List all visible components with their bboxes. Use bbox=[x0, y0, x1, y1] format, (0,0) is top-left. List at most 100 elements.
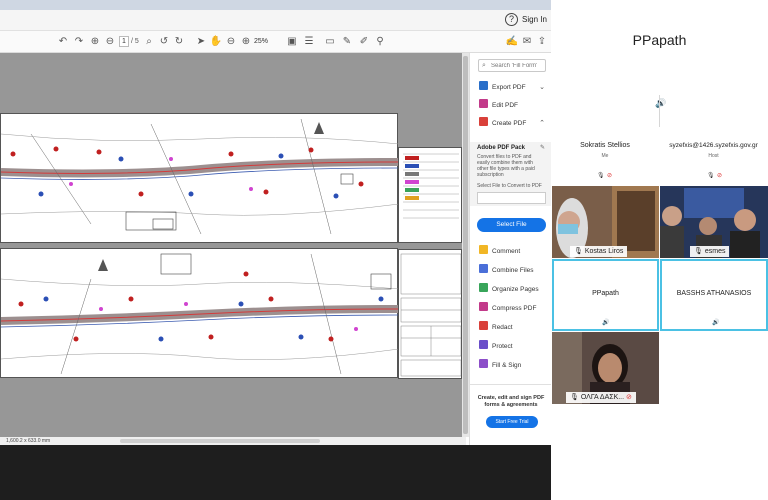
draw-icon[interactable]: ✐ bbox=[357, 35, 371, 49]
document-view[interactable] bbox=[0, 53, 462, 437]
participant-name: syzefxis@1426.syzefxis.gov.gr bbox=[669, 142, 758, 149]
horizontal-scrollbar[interactable] bbox=[120, 439, 320, 443]
page-fit-icon[interactable]: ▣ bbox=[285, 35, 299, 49]
sign-in-link[interactable]: Sign In bbox=[522, 15, 547, 24]
file-select-field[interactable] bbox=[477, 192, 546, 204]
tile-divider bbox=[659, 95, 660, 127]
title-bar bbox=[0, 0, 551, 10]
tool-protect[interactable]: Protect bbox=[479, 340, 549, 354]
protect-shield-icon bbox=[479, 340, 488, 349]
export-pdf-icon bbox=[479, 81, 488, 90]
mic-icon: 🎙 bbox=[707, 173, 715, 179]
mic-icon: 🎙 bbox=[570, 394, 581, 401]
hand-tool-icon[interactable]: ✋ bbox=[209, 35, 223, 49]
select-file-label: Select File to Convert to PDF bbox=[477, 183, 542, 189]
tool-organize-pages[interactable]: Organize Pages bbox=[479, 283, 549, 297]
speaker-active-icon: 🔊 bbox=[712, 320, 720, 326]
find-tool-input[interactable] bbox=[491, 60, 545, 71]
fill-sign-tool-icon bbox=[479, 359, 488, 368]
promo-panel: Create, edit and sign PDF forms & agreem… bbox=[470, 384, 551, 445]
undo-icon[interactable]: ↶ bbox=[56, 35, 70, 49]
redo-icon[interactable]: ↷ bbox=[72, 35, 86, 49]
zoom-level[interactable]: 25% bbox=[254, 36, 278, 47]
participant-name-tag: 🎙 ΟΛΓΑ ΔΑΣΚ... ⊘ bbox=[566, 392, 636, 403]
vertical-scrollbar[interactable] bbox=[462, 53, 469, 437]
edit-pdf-icon bbox=[479, 99, 488, 108]
tools-pane: ⌕ Export PDF ⌄ Edit PDF Create PDF ⌃ Ado… bbox=[469, 53, 551, 445]
rotate-left-icon[interactable]: ↺ bbox=[157, 35, 171, 49]
tool-fill-sign[interactable]: Fill & Sign bbox=[479, 359, 549, 373]
mic-icon: 🎙 bbox=[597, 173, 605, 179]
comment-tool-icon bbox=[479, 245, 488, 254]
organize-pages-icon bbox=[479, 283, 488, 292]
mic-muted-icon: ⊘ bbox=[607, 173, 613, 179]
select-cursor-icon[interactable]: ➤ bbox=[194, 35, 208, 49]
pdf-pack-description: Convert files to PDF and easily combine … bbox=[477, 154, 535, 178]
participant-name: PPapath bbox=[592, 290, 619, 297]
page-up-icon[interactable]: ⊕ bbox=[88, 35, 102, 49]
create-pdf-icon bbox=[479, 117, 488, 126]
participant-role: Me bbox=[601, 153, 609, 159]
tool-comment[interactable]: Comment bbox=[479, 245, 549, 259]
zoom-in-icon[interactable]: ⊕ bbox=[239, 35, 253, 49]
pdf-pack-title: Adobe PDF Pack bbox=[477, 145, 526, 151]
road-plan-drawing-lower bbox=[0, 253, 400, 375]
mail-icon[interactable]: ✉ bbox=[520, 35, 534, 49]
comment-icon[interactable]: ▭ bbox=[323, 35, 337, 49]
drawing-sheet-lower bbox=[0, 248, 400, 378]
road-plan-drawing-upper bbox=[0, 118, 400, 235]
tools-list: Comment Combine Files Organize Pages Com… bbox=[470, 243, 551, 378]
participant-tile-host[interactable]: syzefxis@1426.syzefxis.gov.gr Host 🎙 ⊘ bbox=[659, 132, 768, 184]
participant-tile-ppapath[interactable]: PPapath 🔊 bbox=[552, 259, 659, 331]
scrollbar-thumb[interactable] bbox=[463, 56, 468, 434]
combine-files-icon bbox=[479, 264, 488, 273]
scroll-mode-icon[interactable]: ☰ bbox=[302, 35, 316, 49]
compress-pdf-icon bbox=[479, 302, 488, 311]
meeting-title: PPapath bbox=[632, 32, 687, 48]
participant-video-esmes[interactable]: 🎙 esmes bbox=[660, 186, 768, 258]
highlight-icon[interactable]: ✎ bbox=[340, 35, 354, 49]
mic-icon: 🎙 bbox=[574, 248, 585, 255]
promo-text: Create, edit and sign PDF forms & agreem… bbox=[477, 395, 545, 408]
participant-name: Sokratis Stellios bbox=[580, 142, 630, 149]
zoom-fit-icon[interactable]: ⌕ bbox=[142, 35, 156, 49]
start-free-trial-button[interactable]: Start Free Trial bbox=[486, 416, 538, 428]
tool-edit-pdf[interactable]: Edit PDF bbox=[479, 99, 549, 113]
tool-redact[interactable]: Redact bbox=[479, 321, 549, 335]
taskbar-area bbox=[0, 445, 551, 500]
redact-icon bbox=[479, 321, 488, 330]
stamp-icon[interactable]: ⚲ bbox=[373, 35, 387, 49]
participant-tile-sokratis[interactable]: Sokratis Stellios Me 🎙 ⊘ bbox=[551, 132, 659, 184]
participant-video-olga[interactable]: 🎙 ΟΛΓΑ ΔΑΣΚ... ⊘ bbox=[552, 332, 659, 404]
page-dimensions: 1,600.2 x 633.0 mm bbox=[6, 438, 51, 444]
tool-combine-files[interactable]: Combine Files bbox=[479, 264, 549, 278]
page-number-input[interactable]: 1 bbox=[119, 36, 129, 47]
find-tool-box[interactable]: ⌕ bbox=[478, 59, 546, 72]
page-down-icon[interactable]: ⊖ bbox=[103, 35, 117, 49]
pencil-icon[interactable]: ✎ bbox=[540, 144, 545, 151]
page-total: / 5 bbox=[131, 38, 139, 45]
zoom-out-icon[interactable]: ⊖ bbox=[224, 35, 238, 49]
participant-video-kostas[interactable]: 🎙 Kostas Liros bbox=[552, 186, 659, 258]
tool-compress-pdf[interactable]: Compress PDF bbox=[479, 302, 549, 316]
legend-panel-upper bbox=[398, 147, 462, 243]
participant-tile-basshs[interactable]: BASSHS ATHANASIOS 🔊 bbox=[660, 259, 768, 331]
legend-graphic bbox=[403, 153, 459, 219]
participant-role: Host bbox=[708, 153, 719, 159]
select-file-button[interactable]: Select File bbox=[477, 218, 546, 232]
tool-export-pdf[interactable]: Export PDF ⌄ bbox=[479, 81, 549, 95]
share-icon[interactable]: ⇪ bbox=[535, 35, 549, 49]
rotate-right-icon[interactable]: ↻ bbox=[172, 35, 186, 49]
title-block bbox=[398, 249, 462, 379]
screen: ? Sign In ↶ ↷ ⊕ ⊖ ⌕ ↺ ↻ ➤ ✋ ⊖ ⊕ ▣ ☰ ▭ ✎ … bbox=[0, 0, 768, 500]
tool-create-pdf[interactable]: Create PDF ⌃ bbox=[479, 117, 549, 131]
fill-sign-icon[interactable]: ✍ bbox=[505, 35, 519, 49]
speaker-active-icon: 🔊 bbox=[602, 320, 610, 326]
mic-muted-icon: ⊘ bbox=[624, 394, 632, 401]
chevron-up-icon[interactable]: ⌃ bbox=[539, 117, 545, 131]
participant-name: BASSHS ATHANASIOS bbox=[676, 290, 752, 297]
chevron-down-icon[interactable]: ⌄ bbox=[539, 81, 545, 95]
mic-muted-icon: ⊘ bbox=[717, 173, 723, 179]
help-icon[interactable]: ? bbox=[505, 13, 518, 26]
menu-row: ? Sign In bbox=[0, 10, 551, 31]
